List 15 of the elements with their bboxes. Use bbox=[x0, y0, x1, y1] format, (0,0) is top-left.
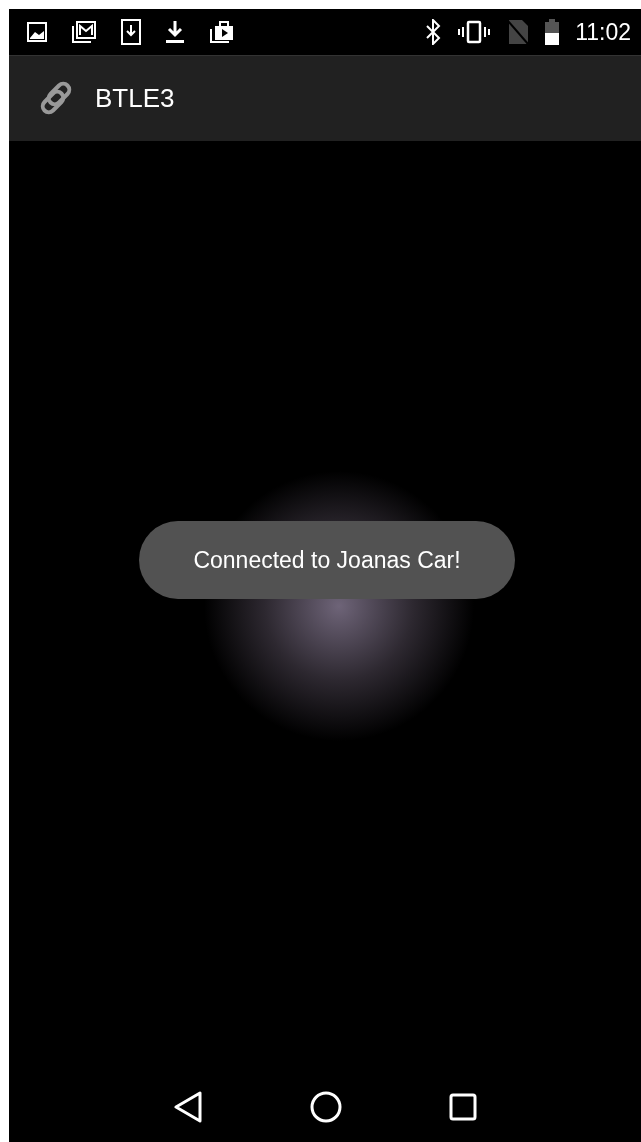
battery-icon bbox=[545, 19, 560, 45]
bluetooth-icon bbox=[425, 19, 442, 45]
clock-time: 11:02 bbox=[575, 17, 631, 47]
no-sim-icon bbox=[507, 19, 530, 45]
toast-message: Connected to Joanas Car! bbox=[139, 521, 515, 599]
vibrate-icon bbox=[457, 20, 492, 44]
recents-icon[interactable] bbox=[449, 1093, 478, 1121]
app-title: BTLE3 bbox=[95, 82, 175, 115]
store-bag-icon bbox=[209, 20, 235, 44]
download-file-icon bbox=[121, 19, 141, 45]
home-icon[interactable] bbox=[310, 1091, 342, 1123]
back-icon[interactable] bbox=[172, 1091, 203, 1123]
mail-icon bbox=[71, 20, 97, 44]
image-icon bbox=[27, 22, 47, 42]
download-icon bbox=[165, 20, 185, 44]
